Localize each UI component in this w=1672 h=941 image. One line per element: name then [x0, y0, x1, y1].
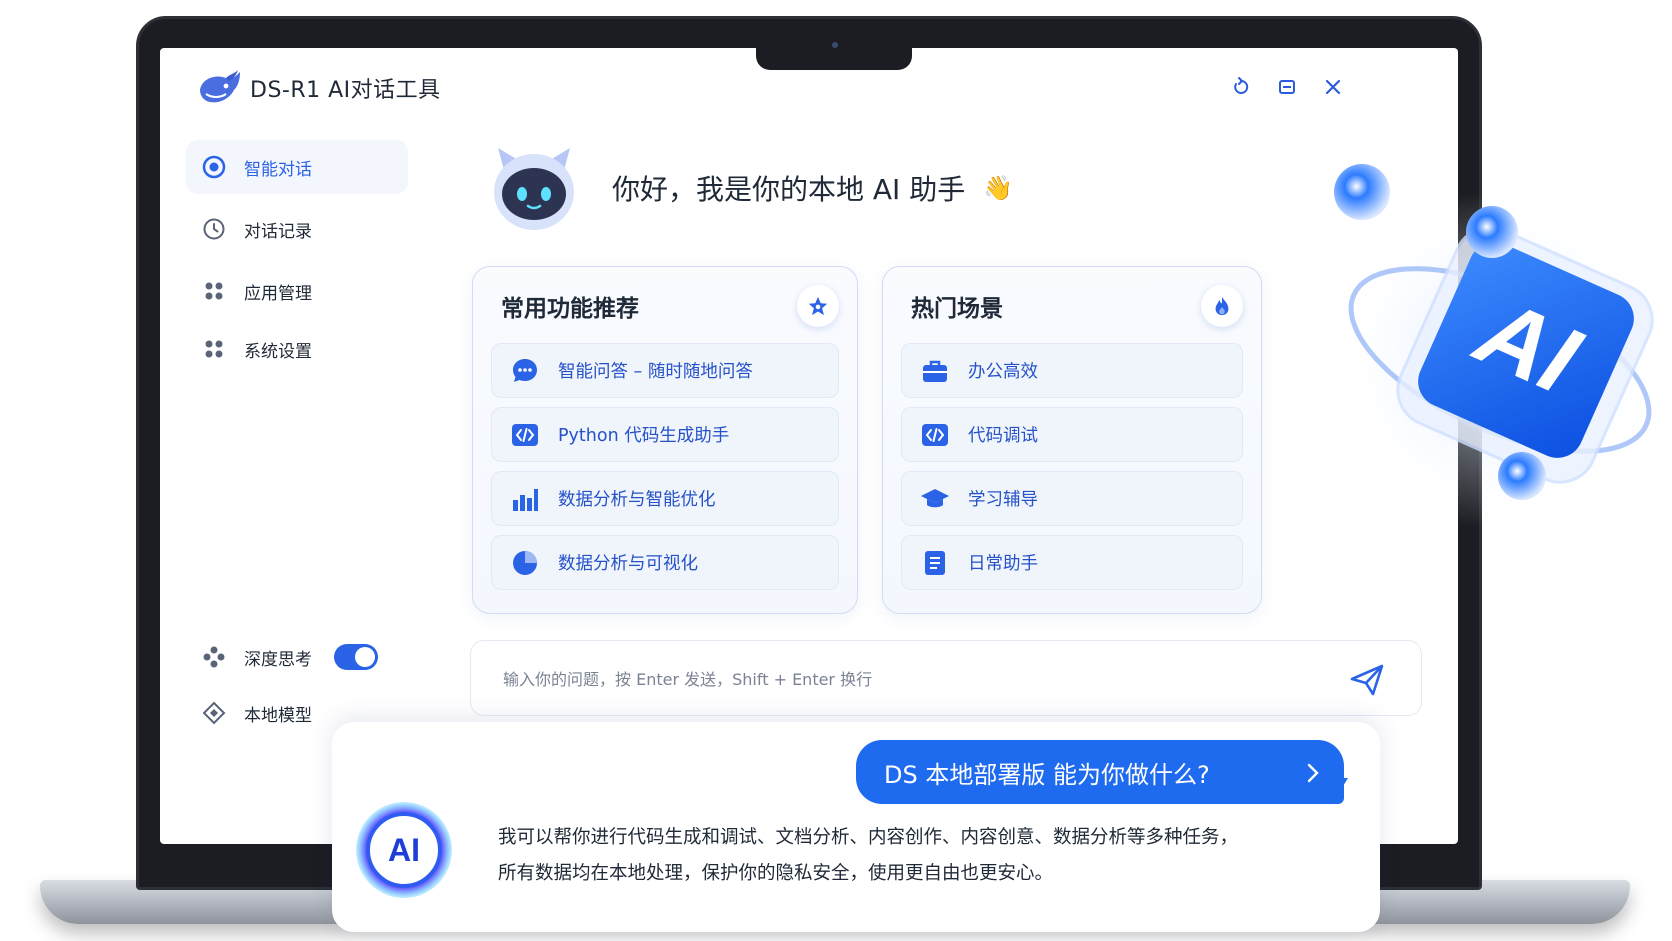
star-icon [797, 285, 839, 327]
feature-item-label: 智能问答 – 随时随地问答 [558, 362, 753, 382]
info-line-1: 我可以帮你进行代码生成和调试、文档分析、内容创作、内容创意、数据分析等多种任务， [498, 827, 1239, 848]
scenario-item-label: 学习辅导 [968, 490, 1038, 510]
sidebar-item-label: 对话记录 [244, 221, 312, 242]
scenario-item-study[interactable]: 学习辅导 [901, 471, 1243, 526]
ai-badge-icon: AI [356, 802, 452, 898]
code-icon [512, 423, 538, 446]
chat-bubble-icon [513, 358, 537, 382]
settings-icon [205, 340, 223, 358]
feature-item-label: Python 代码生成助手 [558, 426, 730, 446]
robot-avatar [494, 148, 574, 230]
scenario-item-label: 办公高效 [968, 362, 1038, 382]
sidebar-item-chat[interactable]: 智能对话 [186, 140, 408, 194]
minimize-icon[interactable] [1276, 76, 1298, 98]
scenario-item-office[interactable]: 办公高效 [901, 343, 1243, 398]
feature-item-label: 数据分析与智能优化 [558, 490, 716, 510]
scenario-item-debug[interactable]: 代码调试 [901, 407, 1243, 462]
ai-cube-decoration: AI [1330, 164, 1670, 530]
bubble-tail [1332, 778, 1348, 804]
whale-logo-icon [200, 70, 240, 103]
info-line-2: 所有数据均在本地处理，保护你的隐私安全，使用更自由也更安心。 [498, 863, 1054, 884]
title-bar: DS-R1 AI对话工具 [196, 66, 441, 110]
deep-think-row: 深度思考 [186, 630, 408, 684]
feature-item-label: 数据分析与可视化 [558, 554, 698, 574]
feature-item-python[interactable]: Python 代码生成助手 [491, 407, 839, 462]
document-icon [925, 550, 945, 575]
sidebar-item-label: 应用管理 [244, 283, 312, 304]
diamond-icon [202, 701, 226, 725]
sidebar-item-label: 系统设置 [244, 341, 312, 362]
target-icon [202, 155, 226, 179]
question-bubble[interactable]: DS 本地部署版 能为你做什么? [856, 740, 1344, 804]
feature-item-visualization[interactable]: 数据分析与可视化 [491, 535, 839, 590]
chevron-right-icon [1307, 763, 1319, 783]
card-title: 常用功能推荐 [501, 296, 639, 322]
local-model-label: 本地模型 [244, 705, 312, 726]
briefcase-icon [923, 360, 947, 382]
feature-item-analysis[interactable]: 数据分析与智能优化 [491, 471, 839, 526]
deep-think-label: 深度思考 [244, 649, 312, 670]
greeting-text: 你好，我是你的本地 AI 助手 [612, 173, 966, 206]
scenario-item-label: 日常助手 [968, 554, 1038, 574]
send-icon[interactable] [1349, 663, 1385, 697]
bubble-text: DS 本地部署版 能为你做什么? [884, 760, 1210, 789]
graduation-cap-icon [921, 488, 949, 507]
pie-chart-icon [513, 550, 537, 575]
apps-icon [205, 282, 223, 300]
camera-icon [832, 42, 838, 48]
ai-badge-text: AI [388, 832, 420, 868]
deep-think-toggle[interactable] [334, 644, 378, 670]
info-description: 我可以帮你进行代码生成和调试、文档分析、内容创作、内容创意、数据分析等多种任务，… [498, 820, 1358, 892]
chat-input[interactable] [503, 665, 1323, 693]
sidebar-item-history[interactable]: 对话记录 [186, 202, 408, 256]
scenario-card: 热门场景 办公高效 代码调试 学习辅导 日常助手 [882, 266, 1262, 614]
molecule-icon [203, 646, 225, 668]
chat-input-box [470, 640, 1422, 716]
bar-chart-icon [513, 488, 538, 511]
sidebar-item-settings[interactable]: 系统设置 [186, 322, 408, 376]
close-icon[interactable] [1322, 76, 1344, 98]
greeting: 你好，我是你的本地 AI 助手 👋 [612, 168, 1013, 208]
clock-icon [203, 218, 225, 240]
feature-card: 常用功能推荐 智能问答 – 随时随地问答 Python 代码生成助手 数据分析与… [472, 266, 858, 614]
code-icon [922, 423, 948, 446]
feature-item-qa[interactable]: 智能问答 – 随时随地问答 [491, 343, 839, 398]
scenario-item-label: 代码调试 [968, 426, 1038, 446]
card-title: 热门场景 [911, 296, 1003, 322]
flame-icon [1201, 285, 1243, 327]
sidebar-item-label: 智能对话 [244, 159, 312, 180]
sidebar-item-apps[interactable]: 应用管理 [186, 264, 408, 318]
info-card: DS 本地部署版 能为你做什么? AI 我可以帮你进行代码生成和调试、文档分析、… [332, 722, 1380, 932]
app-title: DS-R1 AI对话工具 [250, 78, 441, 103]
wave-icon: 👋 [983, 174, 1014, 202]
scenario-item-daily[interactable]: 日常助手 [901, 535, 1243, 590]
refresh-icon[interactable] [1230, 76, 1252, 98]
